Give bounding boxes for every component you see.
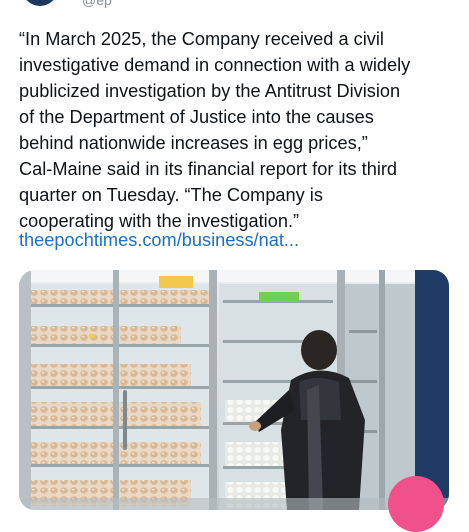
tweet-line: “In March 2025, the Company received a c… — [19, 29, 384, 49]
tweet-line: of the Department of Justice into the ca… — [19, 107, 374, 127]
tweet-line: Cal-Maine said in its financial report f… — [19, 159, 398, 179]
tweet-header: @ep — [0, 0, 469, 14]
tweet-body: “In March 2025, the Company received a c… — [19, 26, 459, 234]
tweet-line: behind nationwide increases in egg price… — [19, 133, 368, 153]
tweet-media-image[interactable] — [19, 270, 449, 510]
author-handle[interactable]: @ep — [82, 0, 112, 8]
author-avatar[interactable] — [22, 0, 58, 6]
tweet-line: publicized investigation by the Antitrus… — [19, 81, 401, 101]
article-link[interactable]: theepochtimes.com/business/nat... — [19, 228, 299, 252]
compose-button[interactable] — [388, 476, 444, 532]
grocery-egg-case-photo — [19, 270, 449, 510]
tweet-line: investigative demand in connection with … — [19, 55, 411, 75]
tweet-line: quarter on Tuesday. “The Company is — [19, 185, 323, 205]
